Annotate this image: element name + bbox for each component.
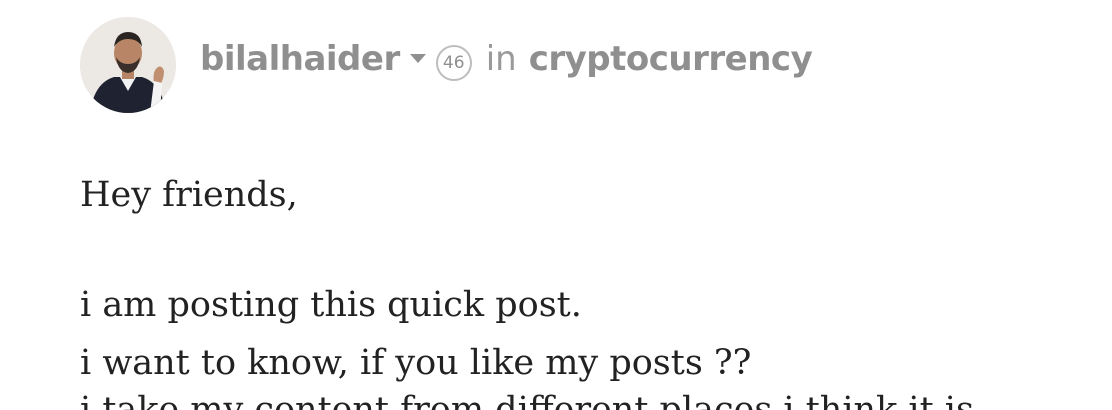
- post-greeting: Hey friends,: [80, 175, 298, 215]
- reputation-badge: 46: [435, 45, 472, 81]
- author-link[interactable]: bilalhaider: [200, 39, 400, 79]
- post-header: bilalhaider 46 in cryptocurrency: [80, 17, 813, 113]
- avatar-image: [80, 17, 176, 113]
- in-label: in: [485, 39, 517, 79]
- avatar[interactable]: [80, 17, 176, 113]
- post-line-partial: i take my content from different places …: [80, 390, 974, 410]
- post-line: i am posting this quick post.: [80, 285, 582, 325]
- community-link[interactable]: cryptocurrency: [529, 39, 813, 79]
- chevron-down-icon[interactable]: [409, 54, 426, 64]
- post-card: bilalhaider 46 in cryptocurrency Hey fri…: [0, 0, 1112, 410]
- post-line: i want to know, if you like my posts ??: [80, 343, 752, 383]
- post-meta: bilalhaider 46 in cryptocurrency: [200, 37, 813, 81]
- post-body: Hey friends, i am posting this quick pos…: [80, 166, 751, 392]
